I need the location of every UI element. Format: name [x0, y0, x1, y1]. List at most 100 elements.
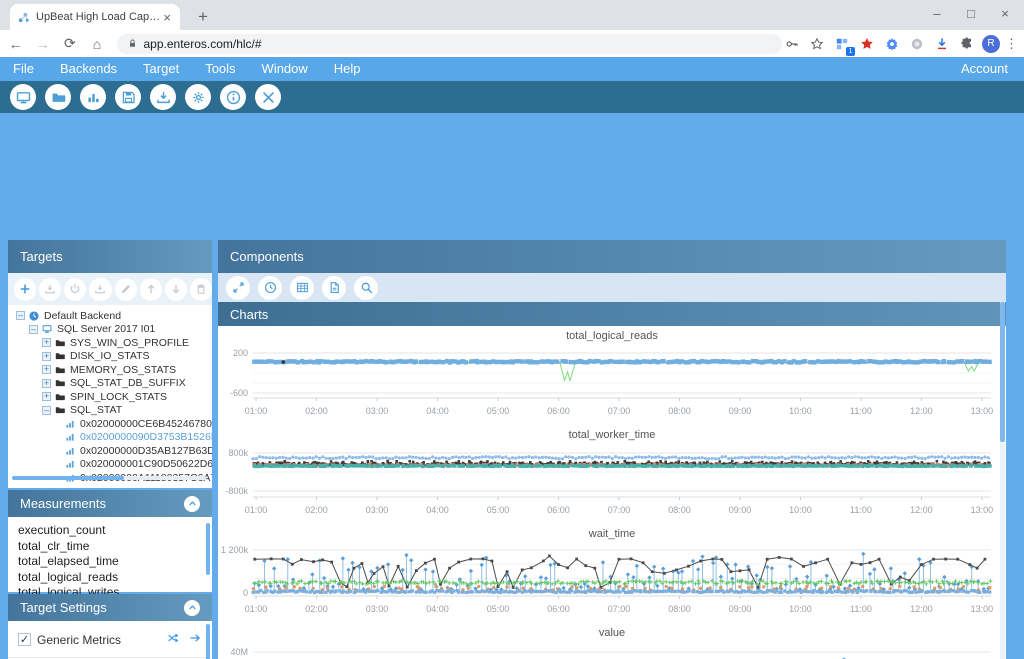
chart-title: value [218, 623, 1006, 639]
apply-arrow-icon[interactable] [188, 631, 202, 648]
shuffle-icon[interactable] [166, 631, 180, 648]
tree-item-sql-stat-db-suffix[interactable]: + SQL_STAT_DB_SUFFIX [8, 377, 212, 391]
tree-item-0x02000000d35ab127b63da[interactable]: 0x02000000D35AB127B63DA [8, 444, 212, 458]
menu-item-account[interactable]: Account [945, 57, 1024, 81]
tree-item-label: SQL_STAT_DB_SUFFIX [70, 377, 186, 389]
tree-item-disk-io-stats[interactable]: +DISK_IO_STATS [8, 350, 212, 364]
svg-text:08:00: 08:00 [668, 505, 691, 515]
measurements-panel-title: Measurements [20, 496, 106, 511]
expand-expander-icon[interactable]: + [42, 365, 51, 374]
chart-plot-total_logical_reads[interactable]: 200-60001:0002:0003:0004:0005:0006:0007:… [221, 342, 1001, 424]
tab-close-icon[interactable]: × [161, 10, 173, 25]
measurement-item-total_clr_time[interactable]: total_clr_time [18, 539, 212, 555]
tree-item-sys-win-os-profile[interactable]: +SYS_WIN_OS_PROFILE [8, 336, 212, 350]
settings-icon[interactable] [185, 84, 211, 110]
password-key-icon[interactable] [782, 34, 802, 54]
measurement-item-total_logical_reads[interactable]: total_logical_reads [18, 570, 212, 586]
expand-icon[interactable] [226, 276, 250, 300]
extension-grid-icon[interactable]: 1 [832, 34, 852, 54]
pdf-icon[interactable] [322, 276, 346, 300]
chart-plot-total_worker_time[interactable]: 800k-800k01:0002:0003:0004:0005:0006:000… [221, 441, 1001, 523]
move-down-icon[interactable] [165, 278, 187, 301]
info-icon[interactable] [220, 84, 246, 110]
bookmark-star-icon[interactable] [807, 34, 827, 54]
chart-plot-wait_time[interactable]: 1 200k001:0002:0003:0004:0005:0006:0007:… [221, 540, 1001, 622]
chart-plot-value[interactable]: 40M-40M01:0002:0003:0004:0005:0006:0007:… [221, 639, 1001, 659]
edit-icon[interactable] [115, 278, 137, 301]
menu-item-help[interactable]: Help [321, 57, 374, 81]
delete-icon[interactable] [190, 278, 212, 301]
browser-menu-icon[interactable]: ⋮ [1005, 36, 1018, 52]
chart-title: total_logical_reads [218, 326, 1006, 342]
clock-icon[interactable] [258, 276, 282, 300]
measurement-item-execution_count[interactable]: execution_count [18, 523, 212, 539]
import-icon[interactable] [150, 84, 176, 110]
menu-item-window[interactable]: Window [249, 57, 321, 81]
puzzle-icon[interactable] [957, 34, 977, 54]
svg-text:200: 200 [233, 348, 248, 358]
tree-item-spin-lock-stats[interactable]: +SPIN_LOCK_STATS [8, 390, 212, 404]
svg-text:05:00: 05:00 [487, 604, 510, 614]
tree-item-0x020000001c90d50622d67[interactable]: 0x020000001C90D50622D67 [8, 458, 212, 472]
extension-badge: 1 [846, 47, 855, 56]
svg-text:09:00: 09:00 [729, 604, 752, 614]
tree-item-sql-server-2017-i01[interactable]: –SQL Server 2017 I01 [8, 323, 212, 337]
tree-item-0x0200000090d3753b1526b[interactable]: 0x0200000090D3753B1526B [8, 431, 212, 445]
menu-item-file[interactable]: File [0, 57, 47, 81]
browser-tab[interactable]: UpBeat High Load Capture × [10, 4, 180, 30]
download-tray-icon[interactable] [39, 278, 61, 301]
target-settings-collapse-button[interactable] [184, 600, 200, 616]
move-up-icon[interactable] [140, 278, 162, 301]
zoom-icon[interactable] [354, 276, 378, 300]
gray-circle-extension-icon[interactable] [907, 34, 927, 54]
window-maximize-button[interactable]: □ [954, 0, 988, 28]
metric-icon [64, 458, 76, 470]
tree-item-sql-stat[interactable]: –SQL_STAT [8, 404, 212, 418]
svg-text:03:00: 03:00 [366, 604, 389, 614]
tree-item-0x02000000ce6b452467800[interactable]: 0x02000000CE6B452467800 [8, 417, 212, 431]
profile-avatar[interactable]: R [982, 35, 1000, 53]
add-icon[interactable] [14, 278, 36, 301]
forward-icon[interactable]: → [31, 36, 54, 52]
menu-item-target[interactable]: Target [130, 57, 192, 81]
reload-icon[interactable]: ⟳ [58, 35, 81, 52]
save-icon[interactable] [115, 84, 141, 110]
home-icon[interactable]: ⌂ [85, 36, 108, 52]
table-icon[interactable] [290, 276, 314, 300]
tools-icon[interactable] [255, 84, 281, 110]
target-settings-scrollbar[interactable] [206, 624, 210, 659]
window-close-button[interactable]: × [988, 0, 1022, 28]
back-icon[interactable]: ← [4, 36, 27, 52]
download-extension-icon[interactable] [932, 34, 952, 54]
url-field[interactable]: app.enteros.com/hlc/# [117, 34, 783, 54]
svg-text:01:00: 01:00 [245, 604, 268, 614]
tree-horizontal-scrollbar[interactable] [12, 476, 206, 480]
expand-expander-icon[interactable]: + [42, 392, 51, 401]
red-star-extension-icon[interactable] [857, 34, 877, 54]
bar-chart-icon[interactable] [80, 84, 106, 110]
new-tab-button[interactable]: + [192, 6, 214, 28]
monitor-icon[interactable] [10, 84, 36, 110]
measurements-collapse-button[interactable] [184, 496, 200, 512]
svg-text:12:00: 12:00 [910, 406, 933, 416]
expand-expander-icon[interactable]: + [42, 352, 51, 361]
menu-item-backends[interactable]: Backends [47, 57, 130, 81]
svg-text:-800k: -800k [225, 486, 248, 496]
tree-item-memory-os-stats[interactable]: +MEMORY_OS_STATS [8, 363, 212, 377]
export-tray-icon[interactable] [89, 278, 111, 301]
charts-scrollbar[interactable] [1000, 302, 1005, 659]
measurements-scrollbar[interactable] [206, 523, 210, 575]
collapse-expander-icon[interactable]: – [16, 311, 25, 320]
tree-item-default-backend[interactable]: –Default Backend [8, 309, 212, 323]
generic-metrics-checkbox[interactable]: ✓ [18, 633, 31, 646]
measurement-item-total_elapsed_time[interactable]: total_elapsed_time [18, 554, 212, 570]
collapse-expander-icon[interactable]: – [42, 406, 51, 415]
power-icon[interactable] [64, 278, 86, 301]
expand-expander-icon[interactable]: + [42, 379, 51, 388]
window-minimize-button[interactable]: – [920, 0, 954, 28]
menu-item-tools[interactable]: Tools [192, 57, 248, 81]
collapse-expander-icon[interactable]: – [29, 325, 38, 334]
blue-gear-extension-icon[interactable] [882, 34, 902, 54]
folder-icon[interactable] [45, 84, 71, 110]
expand-expander-icon[interactable]: + [42, 338, 51, 347]
